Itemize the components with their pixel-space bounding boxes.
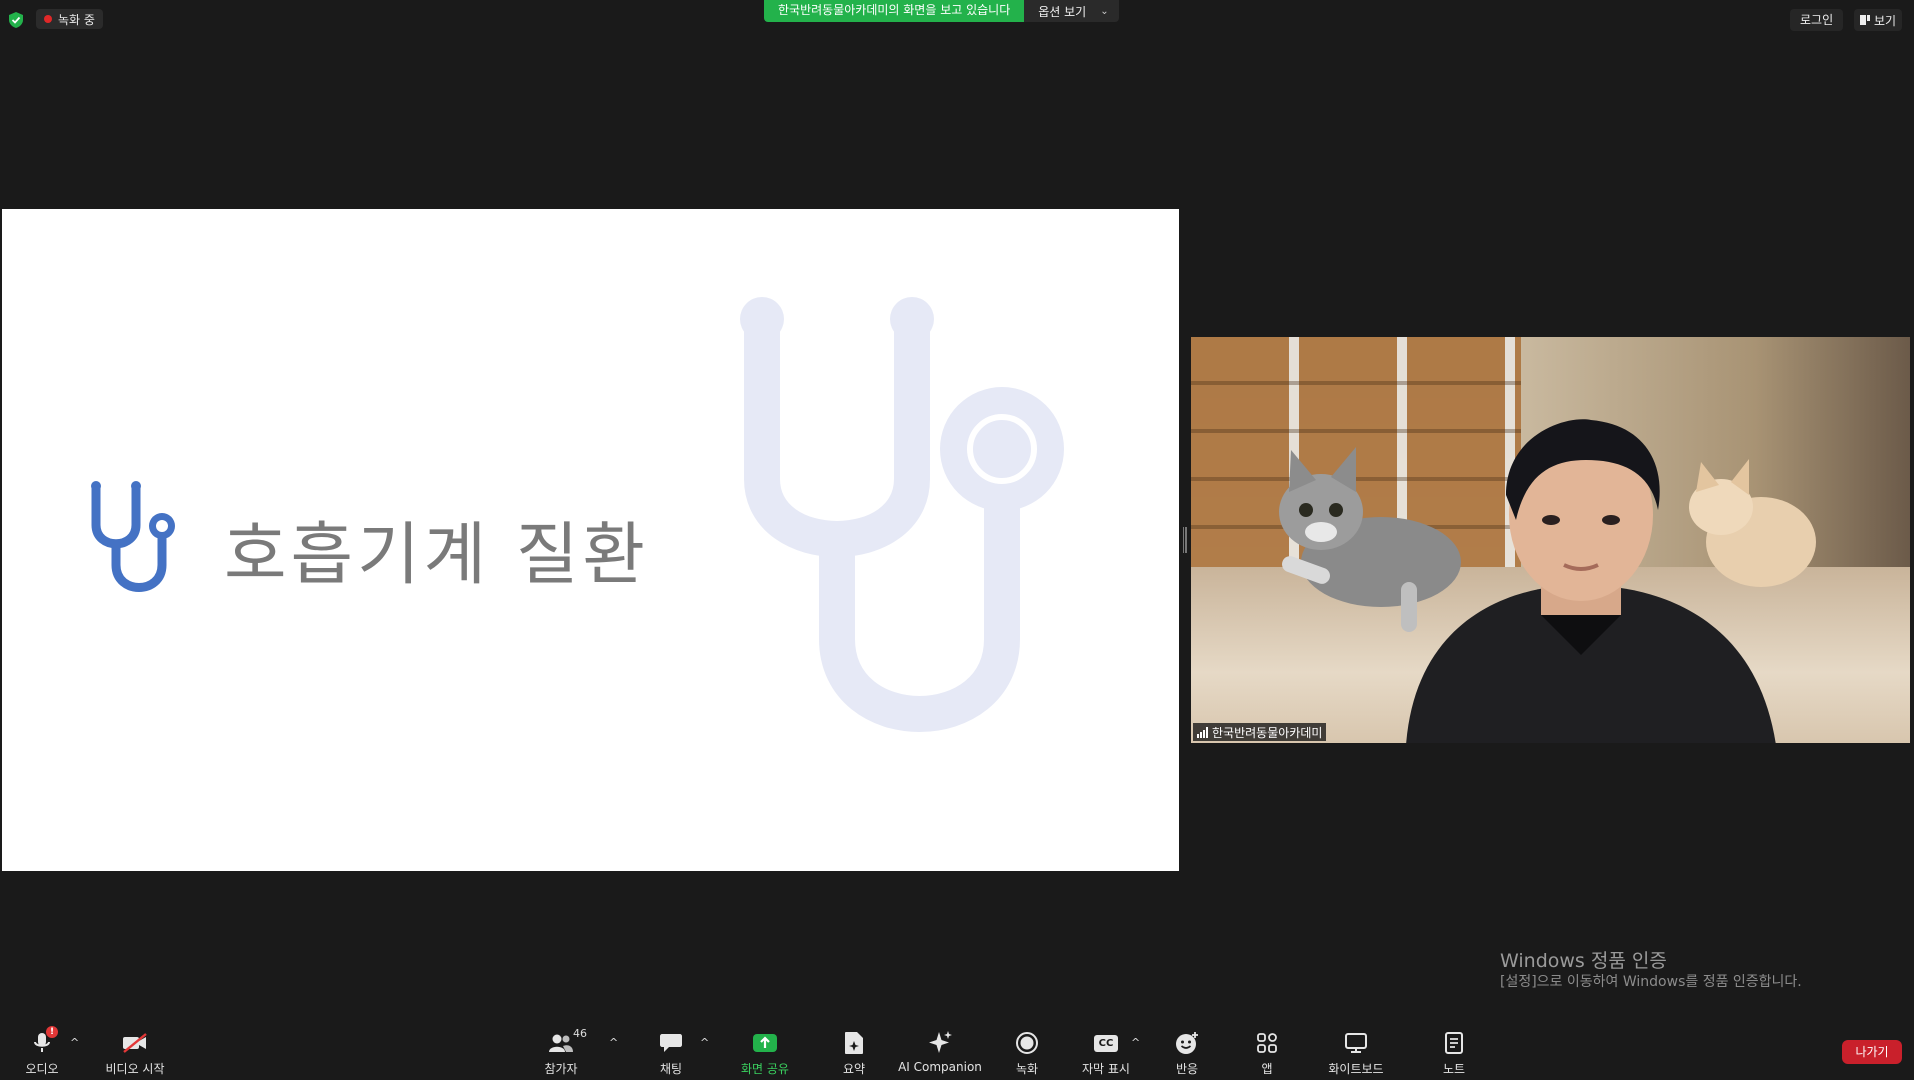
chat-options-caret-icon[interactable]: ^: [700, 1036, 709, 1049]
chat-button[interactable]: 채팅: [636, 1030, 706, 1077]
ai-companion-button[interactable]: AI Companion: [895, 1030, 985, 1074]
chevron-down-icon: ⌄: [1100, 5, 1109, 17]
participants-button[interactable]: 46 참가자: [526, 1027, 596, 1077]
slide-title: 호흡기계 질환: [224, 516, 649, 595]
participants-count: 46: [573, 1027, 587, 1040]
login-button[interactable]: 로그인: [1790, 9, 1844, 31]
share-banner-text: 한국반려동물아카데미의 화면을 보고 있습니다: [764, 0, 1025, 22]
record-label: 녹화: [1015, 1062, 1039, 1076]
whiteboard-label: 화이트보드: [1328, 1062, 1384, 1076]
whiteboard-icon: [1345, 1033, 1367, 1053]
recording-label: 녹화 중: [58, 12, 95, 27]
view-options-label: 옵션 보기: [1038, 4, 1087, 19]
screen-share-banner: 한국반려동물아카데미의 화면을 보고 있습니다 옵션 보기 ⌄: [764, 0, 1119, 22]
audio-button[interactable]: ! 오디오: [7, 1026, 77, 1077]
summary-label: 요약: [842, 1062, 866, 1076]
apps-button[interactable]: 앱: [1232, 1030, 1302, 1077]
ai-sparkle-icon: [929, 1031, 952, 1053]
resize-handle[interactable]: [1183, 527, 1188, 553]
ai-companion-label: AI Companion: [898, 1060, 982, 1074]
notes-label: 노트: [1442, 1062, 1466, 1076]
participants-options-caret-icon[interactable]: ^: [609, 1036, 618, 1049]
windows-activation-subtitle: [설정]으로 이동하여 Windows를 정품 인증합니다.: [1500, 974, 1802, 990]
recording-indicator[interactable]: 녹화 중: [36, 9, 103, 29]
view-button[interactable]: 보기: [1854, 9, 1903, 31]
chat-icon: [660, 1034, 682, 1052]
whiteboard-button[interactable]: 화이트보드: [1321, 1030, 1391, 1077]
record-button[interactable]: 녹화: [992, 1030, 1062, 1077]
start-video-button[interactable]: 비디오 시작: [100, 1030, 170, 1077]
audio-options-caret-icon[interactable]: ^: [70, 1036, 79, 1049]
captions-options-caret-icon[interactable]: ^: [1131, 1036, 1140, 1049]
apps-label: 앱: [1261, 1062, 1273, 1076]
participants-icon: [549, 1034, 573, 1052]
chat-label: 채팅: [659, 1062, 683, 1076]
reactions-label: 반응: [1175, 1062, 1199, 1076]
shared-screen[interactable]: 호흡기계 질환: [2, 209, 1179, 871]
notes-icon: [1445, 1032, 1463, 1054]
participant-name-tag: 한국반려동물아카데미: [1193, 723, 1327, 741]
presenter-image: [1406, 419, 1776, 743]
closed-captions-icon: CC: [1094, 1034, 1118, 1052]
stethoscope-watermark-icon: [740, 297, 1064, 732]
reaction-smiley-icon: [1176, 1032, 1198, 1054]
view-layout-icon: [1860, 15, 1870, 25]
captions-label: 자막 표시: [1082, 1062, 1130, 1076]
security-shield-icon[interactable]: [8, 11, 24, 29]
start-video-label: 비디오 시작: [105, 1062, 165, 1076]
reactions-button[interactable]: 반응: [1152, 1030, 1222, 1077]
view-label: 보기: [1874, 13, 1897, 28]
summary-button[interactable]: 요약: [819, 1030, 889, 1077]
share-screen-label: 화면 공유: [741, 1062, 789, 1076]
view-options-button[interactable]: 옵션 보기 ⌄: [1024, 0, 1119, 22]
participant-video[interactable]: 한국반려동물아카데미: [1191, 337, 1910, 743]
video-off-icon: [123, 1033, 147, 1053]
record-icon: [1016, 1032, 1038, 1054]
leave-button[interactable]: 나가기: [1842, 1040, 1902, 1064]
audio-label: 오디오: [25, 1062, 59, 1076]
share-screen-icon: [753, 1034, 777, 1052]
participants-label: 참가자: [544, 1062, 578, 1076]
share-screen-button[interactable]: 화면 공유: [730, 1030, 800, 1077]
windows-activation-title: Windows 정품 인증: [1500, 950, 1667, 972]
audio-warning-badge: !: [46, 1026, 58, 1038]
apps-icon: [1257, 1033, 1277, 1053]
signal-strength-icon: [1197, 726, 1208, 738]
stethoscope-icon: [91, 481, 175, 592]
participant-name: 한국반려동물아카데미: [1212, 725, 1323, 740]
summary-icon: [845, 1032, 863, 1054]
notes-button[interactable]: 노트: [1419, 1030, 1489, 1077]
recording-dot-icon: [44, 15, 52, 23]
